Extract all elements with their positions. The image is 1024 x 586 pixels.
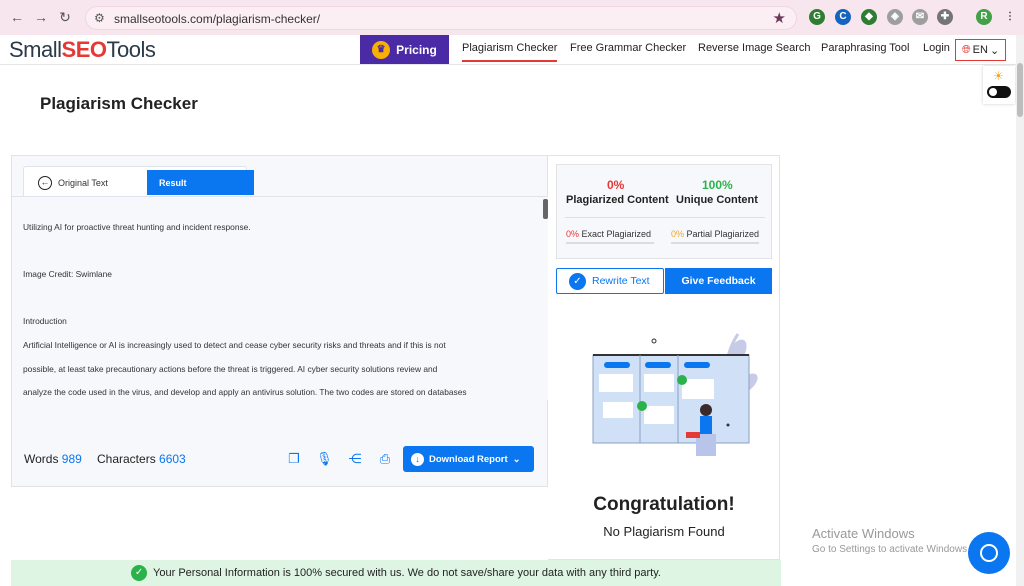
exact-plagiarized: 0% Exact Plagiarized	[566, 229, 651, 239]
partial-plagiarized: 0% Partial Plagiarized	[671, 229, 759, 239]
text-line: Utilizing AI for proactive threat huntin…	[23, 222, 251, 232]
divider	[565, 217, 765, 218]
pricing-button[interactable]: ♛ Pricing	[360, 35, 449, 64]
share-icon[interactable]: ⋲	[347, 451, 363, 467]
no-plagiarism-illustration	[592, 333, 758, 456]
nav-reverse-image-search[interactable]: Reverse Image Search	[698, 42, 811, 54]
text-line: analyze the code used in the virus, and …	[23, 387, 467, 397]
chars-label: Characters	[97, 452, 156, 466]
unique-label: Unique Content	[676, 194, 758, 206]
download-label: Download Report	[429, 453, 508, 465]
language-label: EN	[972, 44, 988, 56]
chars-value: 6603	[159, 452, 186, 466]
text-panel: ← Original Text Result Utilizing AI for …	[11, 155, 548, 487]
rewrite-text-button[interactable]: ✓ Rewrite Text	[556, 268, 664, 294]
extension-c-icon[interactable]: C	[835, 9, 851, 25]
chevron-down-icon: ⌄	[989, 44, 1000, 57]
page-title: Plagiarism Checker	[40, 94, 198, 113]
bookmark-star-icon[interactable]: ★	[773, 9, 786, 27]
logo-seo: SEO	[61, 37, 107, 62]
logo-suffix: Tools	[106, 37, 156, 62]
partial-percent: 0%	[671, 229, 685, 239]
tab-result-label: Result	[159, 177, 187, 188]
character-count: Characters 6603	[97, 452, 186, 466]
globe-icon: 🌐︎	[961, 43, 971, 56]
result-tabs: ← Original Text Result	[23, 166, 254, 196]
words-label: Words	[24, 452, 59, 466]
back-arrow-icon: ←	[38, 176, 52, 190]
microphone-icon[interactable]: 🎙︎	[316, 451, 333, 467]
exact-label: Exact Plagiarized	[581, 229, 652, 239]
security-text: Your Personal Information is 100% secure…	[153, 567, 661, 579]
extension-green-icon[interactable]: ◆	[861, 9, 877, 25]
sun-icon: ☀	[993, 69, 1004, 83]
download-icon: ↓	[411, 452, 424, 466]
scrollbar-thumb[interactable]	[1017, 63, 1023, 117]
score-box: 0% Plagiarized Content 100% Unique Conte…	[556, 164, 772, 259]
nav-paraphrasing-tool[interactable]: Paraphrasing Tool	[821, 42, 909, 54]
extensions-puzzle-icon[interactable]: ✚	[937, 9, 953, 25]
exact-percent: 0%	[566, 229, 580, 239]
crown-icon: ♛	[372, 40, 391, 59]
reload-icon[interactable]: ↻	[56, 8, 74, 26]
theme-toggle[interactable]: ☀	[983, 66, 1015, 104]
partial-label: Partial Plagiarized	[686, 229, 760, 239]
plagiarized-label: Plagiarized Content	[566, 194, 669, 206]
copy-icon[interactable]: ❐	[286, 451, 302, 467]
no-plagiarism-text: No Plagiarism Found	[603, 524, 725, 539]
give-feedback-button[interactable]: Give Feedback	[665, 268, 772, 294]
activate-windows-title: Activate Windows	[812, 526, 915, 541]
mail-extension-icon[interactable]: ✉	[912, 9, 928, 25]
nav-grammar-checker[interactable]: Free Grammar Checker	[570, 42, 686, 54]
result-panel: 0% Plagiarized Content 100% Unique Conte…	[548, 155, 780, 560]
words-value: 989	[61, 452, 82, 466]
text-line: Introduction	[23, 316, 67, 326]
rewrite-label: Rewrite Text	[592, 275, 650, 287]
shield-extension-icon[interactable]: ◈	[887, 9, 903, 25]
grammarly-icon[interactable]: G	[809, 9, 825, 25]
congratulation-heading: Congratulation!	[593, 494, 735, 515]
checked-text-area[interactable]: Utilizing AI for proactive threat huntin…	[12, 196, 548, 400]
feedback-label: Give Feedback	[681, 275, 756, 287]
url-text: smallseotools.com/plagiarism-checker/	[114, 12, 321, 26]
chat-support-button[interactable]	[968, 532, 1010, 574]
page-scrollbar[interactable]	[1016, 35, 1024, 586]
text-line: possible, at least take precautionary ac…	[23, 364, 438, 374]
tab-original-text[interactable]: ← Original Text	[28, 171, 136, 195]
security-banner: ✓ Your Personal Information is 100% secu…	[11, 560, 781, 586]
site-logo[interactable]: SmallSEOTools	[9, 37, 156, 63]
partial-bar	[671, 242, 759, 244]
browser-menu-icon[interactable]: ⋮	[1002, 9, 1018, 25]
check-icon: ✓	[569, 272, 586, 290]
download-report-button[interactable]: ↓ Download Report ⌄	[403, 446, 534, 472]
check-shield-icon: ✓	[131, 565, 148, 581]
site-info-icon[interactable]: ⚙	[94, 11, 105, 25]
exact-bar	[566, 242, 654, 244]
text-line: Image Credit: Swimlane	[23, 269, 112, 279]
word-count: Words 989	[24, 452, 82, 466]
logo-prefix: Small	[9, 37, 62, 62]
language-selector[interactable]: 🌐︎ EN ⌄	[955, 39, 1006, 61]
print-icon[interactable]: ⎙	[377, 451, 393, 467]
browser-toolbar: ← → ↻ ⚙ smallseotools.com/plagiarism-che…	[0, 0, 1024, 35]
nav-plagiarism-checker[interactable]: Plagiarism Checker	[462, 42, 558, 62]
back-icon[interactable]: ←	[8, 8, 26, 26]
chevron-down-icon: ⌄	[512, 453, 521, 465]
activate-windows-subtitle: Go to Settings to activate Windows.	[812, 544, 970, 555]
unique-percent: 100%	[702, 178, 733, 192]
text-line: Artificial Intelligence or AI is increas…	[23, 340, 446, 350]
plagiarized-percent: 0%	[607, 178, 625, 192]
forward-icon[interactable]: →	[32, 8, 50, 26]
pricing-label: Pricing	[396, 42, 437, 57]
stats-bar: Words 989 Characters 6603 ❐ 🎙︎ ⋲ ⎙ ↓ Dow…	[12, 438, 548, 478]
address-bar[interactable]: ⚙ smallseotools.com/plagiarism-checker/ …	[85, 6, 797, 30]
tab-original-label: Original Text	[58, 178, 108, 188]
profile-avatar[interactable]: R	[976, 9, 992, 25]
nav-login[interactable]: Login	[923, 42, 950, 54]
dark-mode-switch[interactable]	[987, 86, 1011, 98]
tab-result[interactable]: Result	[147, 170, 254, 195]
